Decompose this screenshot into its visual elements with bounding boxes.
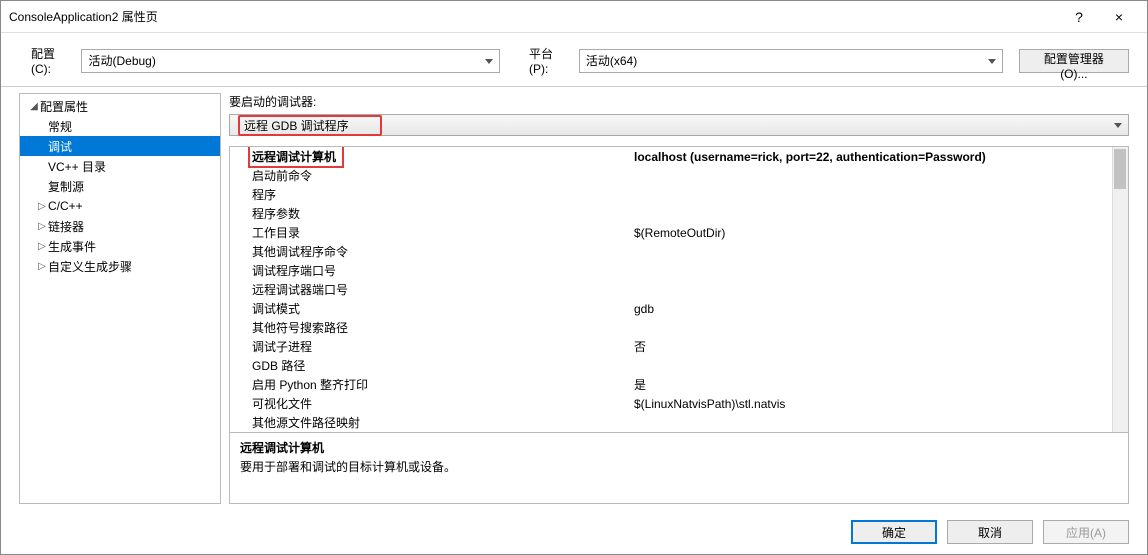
- prop-name: 调试模式: [230, 300, 630, 317]
- debugger-select[interactable]: 远程 GDB 调试程序: [229, 114, 1129, 136]
- prop-name: 工作目录: [230, 224, 630, 241]
- tree-item-vcpp-directories[interactable]: VC++ 目录: [20, 156, 220, 176]
- prop-value: $(RemoteOutDir): [630, 226, 1128, 240]
- scrollbar-thumb[interactable]: [1114, 149, 1126, 189]
- property-pages-dialog: ConsoleApplication2 属性页 ? × 配置(C): 活动(De…: [0, 0, 1148, 555]
- tree-item-custom-build-step[interactable]: ▷自定义生成步骤: [20, 256, 220, 276]
- prop-name: GDB 路径: [230, 357, 630, 374]
- chevron-right-icon: ▷: [36, 241, 48, 252]
- configuration-label: 配置(C):: [31, 45, 73, 76]
- platform-select[interactable]: 活动(x64): [579, 49, 1003, 73]
- chevron-right-icon: ▷: [36, 201, 48, 212]
- description-panel: 远程调试计算机 要用于部署和调试的目标计算机或设备。: [229, 433, 1129, 504]
- prop-row-additional-source-file-path-mapping[interactable]: 其他源文件路径映射: [230, 413, 1128, 432]
- prop-name: 程序参数: [230, 205, 630, 222]
- ok-button[interactable]: 确定: [851, 520, 937, 544]
- debugger-to-launch-label: 要启动的调试器:: [229, 93, 1129, 110]
- chevron-right-icon: ▷: [36, 261, 48, 272]
- prop-row-additional-debugger-commands[interactable]: 其他调试程序命令: [230, 242, 1128, 261]
- prop-name: 可视化文件: [230, 395, 630, 412]
- prop-value: gdb: [630, 302, 1128, 316]
- prop-row-prelaunch-command[interactable]: 启动前命令: [230, 166, 1128, 185]
- tree-root-label: 配置属性: [40, 98, 88, 115]
- tree-item-label: 生成事件: [48, 238, 96, 255]
- tree-item-label: VC++ 目录: [48, 158, 106, 175]
- prop-row-enable-python-pretty-printing[interactable]: 启用 Python 整齐打印 是: [230, 375, 1128, 394]
- prop-name: 调试子进程: [230, 338, 630, 355]
- category-tree[interactable]: ◢ 配置属性 常规 调试 VC++ 目录 复制源 ▷C/C++ ▷链接器 ▷: [19, 93, 221, 504]
- help-button[interactable]: ?: [1059, 3, 1099, 31]
- prop-row-gdb-path[interactable]: GDB 路径: [230, 356, 1128, 375]
- prop-row-remote-debugger-port[interactable]: 远程调试器端口号: [230, 280, 1128, 299]
- tree-root-config-properties[interactable]: ◢ 配置属性: [20, 96, 220, 116]
- tree-item-label: 复制源: [48, 178, 84, 195]
- tree-item-label: 常规: [48, 118, 72, 135]
- vertical-scrollbar[interactable]: [1112, 147, 1128, 432]
- tree-item-general[interactable]: 常规: [20, 116, 220, 136]
- tree-item-label: 链接器: [48, 218, 84, 235]
- prop-row-debugging-mode[interactable]: 调试模式 gdb: [230, 299, 1128, 318]
- prop-row-program[interactable]: 程序: [230, 185, 1128, 204]
- prop-name: 其他源文件路径映射: [230, 414, 630, 431]
- prop-name: 调试程序端口号: [230, 262, 630, 279]
- prop-row-remote-debug-machine[interactable]: 远程调试计算机 localhost (username=rick, port=2…: [230, 147, 1128, 166]
- chevron-down-icon: ◢: [28, 101, 40, 112]
- prop-value: 否: [630, 338, 1128, 355]
- config-toolbar: 配置(C): 活动(Debug) 平台(P): 活动(x64) 配置管理器(O)…: [1, 33, 1147, 86]
- configuration-select[interactable]: 活动(Debug): [81, 49, 499, 73]
- prop-value: 是: [630, 376, 1128, 393]
- prop-row-debugger-port[interactable]: 调试程序端口号: [230, 261, 1128, 280]
- cancel-button[interactable]: 取消: [947, 520, 1033, 544]
- window-title: ConsoleApplication2 属性页: [9, 8, 1059, 25]
- tree-item-build-events[interactable]: ▷生成事件: [20, 236, 220, 256]
- platform-value: 活动(x64): [586, 52, 637, 69]
- configuration-value: 活动(Debug): [88, 52, 155, 69]
- prop-name: 启用 Python 整齐打印: [230, 376, 630, 393]
- platform-label: 平台(P):: [529, 45, 571, 76]
- prop-name: 远程调试器端口号: [230, 281, 630, 298]
- prop-name: 其他调试程序命令: [230, 243, 630, 260]
- description-title: 远程调试计算机: [240, 439, 1118, 456]
- description-text: 要用于部署和调试的目标计算机或设备。: [240, 458, 1118, 475]
- tree-item-label: 自定义生成步骤: [48, 258, 132, 275]
- prop-value: $(LinuxNatvisPath)\stl.natvis: [630, 397, 1128, 411]
- prop-name: 启动前命令: [230, 167, 630, 184]
- prop-name: 程序: [230, 186, 630, 203]
- tree-item-label: C/C++: [48, 199, 83, 213]
- tree-item-label: 调试: [48, 138, 72, 155]
- close-button[interactable]: ×: [1099, 3, 1139, 31]
- prop-name: 远程调试计算机: [248, 146, 344, 168]
- prop-row-additional-symbol-search-paths[interactable]: 其他符号搜索路径: [230, 318, 1128, 337]
- prop-row-working-directory[interactable]: 工作目录 $(RemoteOutDir): [230, 223, 1128, 242]
- configuration-manager-button[interactable]: 配置管理器(O)...: [1019, 49, 1129, 73]
- tree-item-debugging[interactable]: 调试: [20, 136, 220, 156]
- titlebar: ConsoleApplication2 属性页 ? ×: [1, 1, 1147, 33]
- debugger-selected-value: 远程 GDB 调试程序: [238, 115, 382, 136]
- tree-item-linker[interactable]: ▷链接器: [20, 216, 220, 236]
- prop-value: localhost (username=rick, port=22, authe…: [630, 150, 1128, 164]
- prop-row-program-arguments[interactable]: 程序参数: [230, 204, 1128, 223]
- chevron-right-icon: ▷: [36, 221, 48, 232]
- prop-name: 其他符号搜索路径: [230, 319, 630, 336]
- prop-row-visualization-file[interactable]: 可视化文件 $(LinuxNatvisPath)\stl.natvis: [230, 394, 1128, 413]
- apply-button[interactable]: 应用(A): [1043, 520, 1129, 544]
- property-grid[interactable]: 远程调试计算机 localhost (username=rick, port=2…: [229, 146, 1129, 433]
- tree-item-copy-sources[interactable]: 复制源: [20, 176, 220, 196]
- dialog-footer: 确定 取消 应用(A): [1, 510, 1147, 554]
- tree-item-ccpp[interactable]: ▷C/C++: [20, 196, 220, 216]
- prop-row-debug-child-processes[interactable]: 调试子进程 否: [230, 337, 1128, 356]
